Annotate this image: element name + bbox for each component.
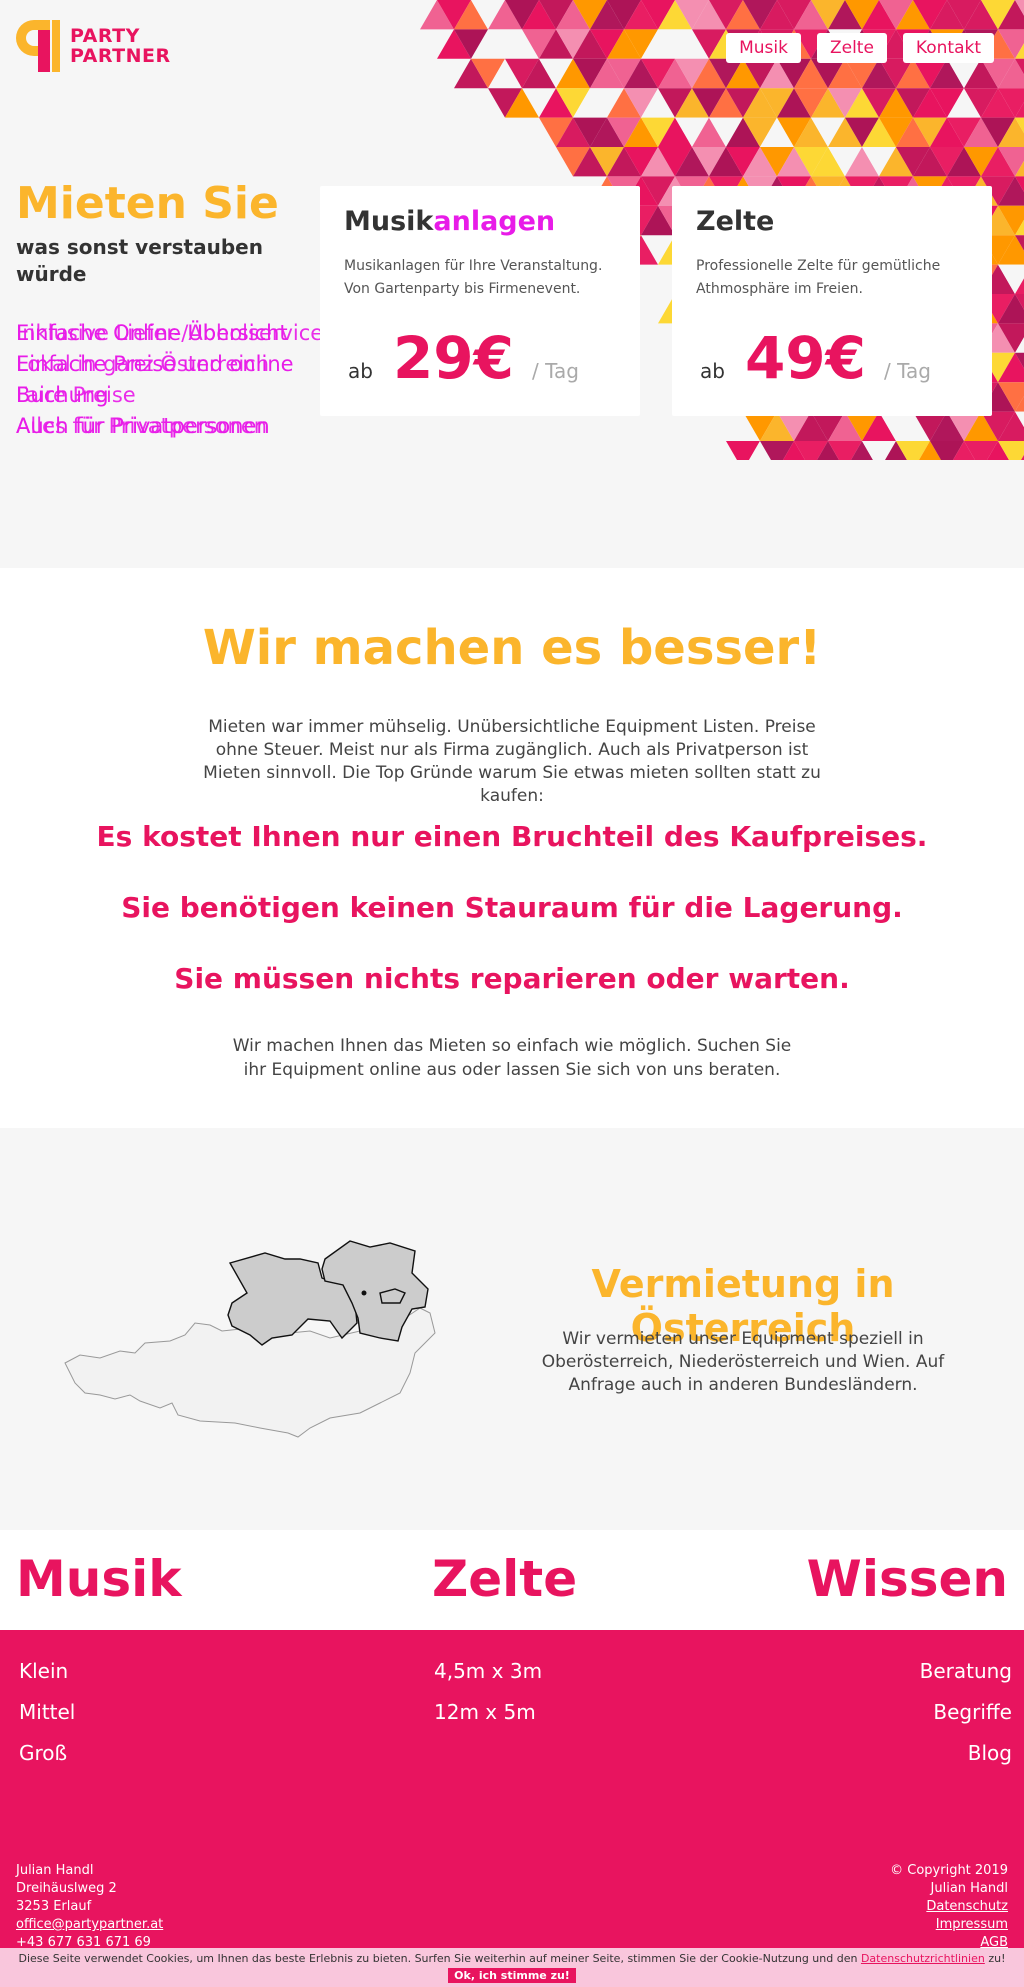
benefits-section: Wir machen es besser! Mieten war immer m… bbox=[0, 568, 1024, 1128]
contact-city: 3253 Erlauf bbox=[16, 1899, 92, 1914]
card-title: Zelte bbox=[696, 206, 968, 237]
card-description: Professionelle Zelte für gemütliche Athm… bbox=[696, 258, 941, 297]
reason-2: Sie benötigen keinen Stauraum für die La… bbox=[121, 891, 903, 924]
cookie-accept-button[interactable]: Ok, ich stimme zu! bbox=[448, 1968, 576, 1983]
contact-name: Julian Handl bbox=[16, 1863, 94, 1878]
hero-text: Mieten Sie was sonst verstauben würde bbox=[16, 178, 316, 288]
benefits-intro: Mieten war immer mühselig. Unübersichtli… bbox=[203, 717, 821, 806]
card-price: ab 49€ / Tag bbox=[700, 324, 931, 392]
logo[interactable]: PARTY PARTNER bbox=[16, 20, 171, 72]
nav-musik-button[interactable]: Musik bbox=[726, 33, 801, 63]
zelte-links: 4,5m x 3m 12m x 5m bbox=[434, 1651, 542, 1733]
austria-map bbox=[64, 1240, 436, 1438]
logo-mark-icon bbox=[16, 20, 66, 72]
hero-section: PARTY PARTNER Musik Zelte Kontakt Mieten… bbox=[0, 0, 1024, 568]
zelte-link-large[interactable]: 12m x 5m bbox=[434, 1692, 542, 1733]
category-header-bar: Musik Zelte Wissen bbox=[0, 1530, 1024, 1630]
card-title: Musikanlagen bbox=[344, 206, 616, 237]
musik-link-klein[interactable]: Klein bbox=[19, 1651, 75, 1692]
footer-legal: © Copyright 2019 Julian Handl Datenschut… bbox=[890, 1862, 1008, 1952]
card-musikanlagen[interactable]: Musikanlagen Musikanlagen für Ihre Veran… bbox=[320, 186, 640, 416]
austria-text: Wir vermieten unser Equipment speziell i… bbox=[541, 1329, 945, 1395]
austria-section: Vermietung in Österreich Wir vermieten u… bbox=[0, 1128, 1024, 1530]
zelte-link-small[interactable]: 4,5m x 3m bbox=[434, 1651, 542, 1692]
card-price: ab 29€ / Tag bbox=[348, 324, 579, 392]
category-musik-title[interactable]: Musik bbox=[16, 1550, 182, 1608]
musik-link-gross[interactable]: Groß bbox=[19, 1733, 75, 1774]
hero-title: Mieten Sie bbox=[16, 178, 279, 229]
card-title-main: Musik bbox=[344, 206, 434, 237]
hero-feature-list: Einfache Online Übersicht Inklusive Lief… bbox=[16, 318, 326, 448]
reason-3: Sie müssen nichts reparieren oder warten… bbox=[174, 962, 850, 995]
card-description: Musikanlagen für Ihre Veranstaltung. Von… bbox=[344, 258, 603, 297]
nav-kontakt-button[interactable]: Kontakt bbox=[902, 33, 994, 63]
hero-subtitle: was sonst verstauben würde bbox=[16, 235, 263, 286]
price-prefix: ab bbox=[700, 359, 725, 383]
cookie-text: Diese Seite verwendet Cookies, um Ihnen … bbox=[18, 1952, 858, 1965]
card-title-main: Zelte bbox=[696, 206, 775, 237]
price-unit: / Tag bbox=[532, 359, 579, 383]
cookie-banner: Diese Seite verwendet Cookies, um Ihnen … bbox=[0, 1948, 1024, 1987]
benefits-outro: Wir machen Ihnen das Mieten so einfach w… bbox=[232, 1036, 792, 1080]
card-title-highlight: anlagen bbox=[433, 206, 556, 237]
copyright-owner: Julian Handl bbox=[930, 1881, 1008, 1896]
feature-b-2: Lokal in ganz Österreich bbox=[16, 352, 270, 376]
logo-text: PARTY PARTNER bbox=[70, 26, 171, 66]
price-value: 49€ bbox=[744, 324, 867, 392]
feature-b-1: Inklusive Liefer-/Abholservice bbox=[16, 321, 324, 345]
musik-links: Klein Mittel Groß bbox=[19, 1651, 75, 1774]
main-nav: Musik Zelte Kontakt bbox=[726, 33, 994, 63]
price-value: 29€ bbox=[392, 324, 515, 392]
benefits-title: Wir machen es besser! bbox=[202, 620, 822, 676]
wissen-links: Beratung Begriffe Blog bbox=[920, 1651, 1012, 1774]
wissen-link-begriffe[interactable]: Begriffe bbox=[920, 1692, 1012, 1733]
card-zelte[interactable]: Zelte Professionelle Zelte für gemütlich… bbox=[672, 186, 992, 416]
wissen-link-beratung[interactable]: Beratung bbox=[920, 1651, 1012, 1692]
musik-link-mittel[interactable]: Mittel bbox=[19, 1692, 75, 1733]
reason-1: Es kostet Ihnen nur einen Bruchteil des … bbox=[96, 820, 928, 853]
category-wissen-title[interactable]: Wissen bbox=[807, 1550, 1008, 1608]
price-unit: / Tag bbox=[884, 359, 931, 383]
impressum-link[interactable]: Impressum bbox=[936, 1917, 1008, 1932]
feature-b-4: Alles für Privatpersonen bbox=[16, 414, 268, 438]
logo-line-1: PARTY bbox=[70, 25, 140, 47]
datenschutz-link[interactable]: Datenschutz bbox=[926, 1899, 1008, 1914]
cookie-privacy-link[interactable]: Datenschutzrichtlinien bbox=[861, 1952, 985, 1965]
contact-street: Dreihäuslweg 2 bbox=[16, 1881, 117, 1896]
contact-email-link[interactable]: office@partypartner.at bbox=[16, 1917, 163, 1932]
cookie-suffix: zu! bbox=[988, 1952, 1006, 1965]
logo-line-2: PARTNER bbox=[70, 45, 171, 67]
category-zelte-title[interactable]: Zelte bbox=[432, 1550, 577, 1608]
footer-contact: Julian Handl Dreihäuslweg 2 3253 Erlauf … bbox=[16, 1862, 163, 1952]
nav-zelte-button[interactable]: Zelte bbox=[816, 33, 887, 63]
price-prefix: ab bbox=[348, 359, 373, 383]
feature-b-3: Faire Preise bbox=[16, 383, 136, 407]
footer: Klein Mittel Groß 4,5m x 3m 12m x 5m Ber… bbox=[0, 1630, 1024, 1987]
wissen-link-blog[interactable]: Blog bbox=[920, 1733, 1012, 1774]
copyright: © Copyright 2019 bbox=[890, 1863, 1008, 1878]
